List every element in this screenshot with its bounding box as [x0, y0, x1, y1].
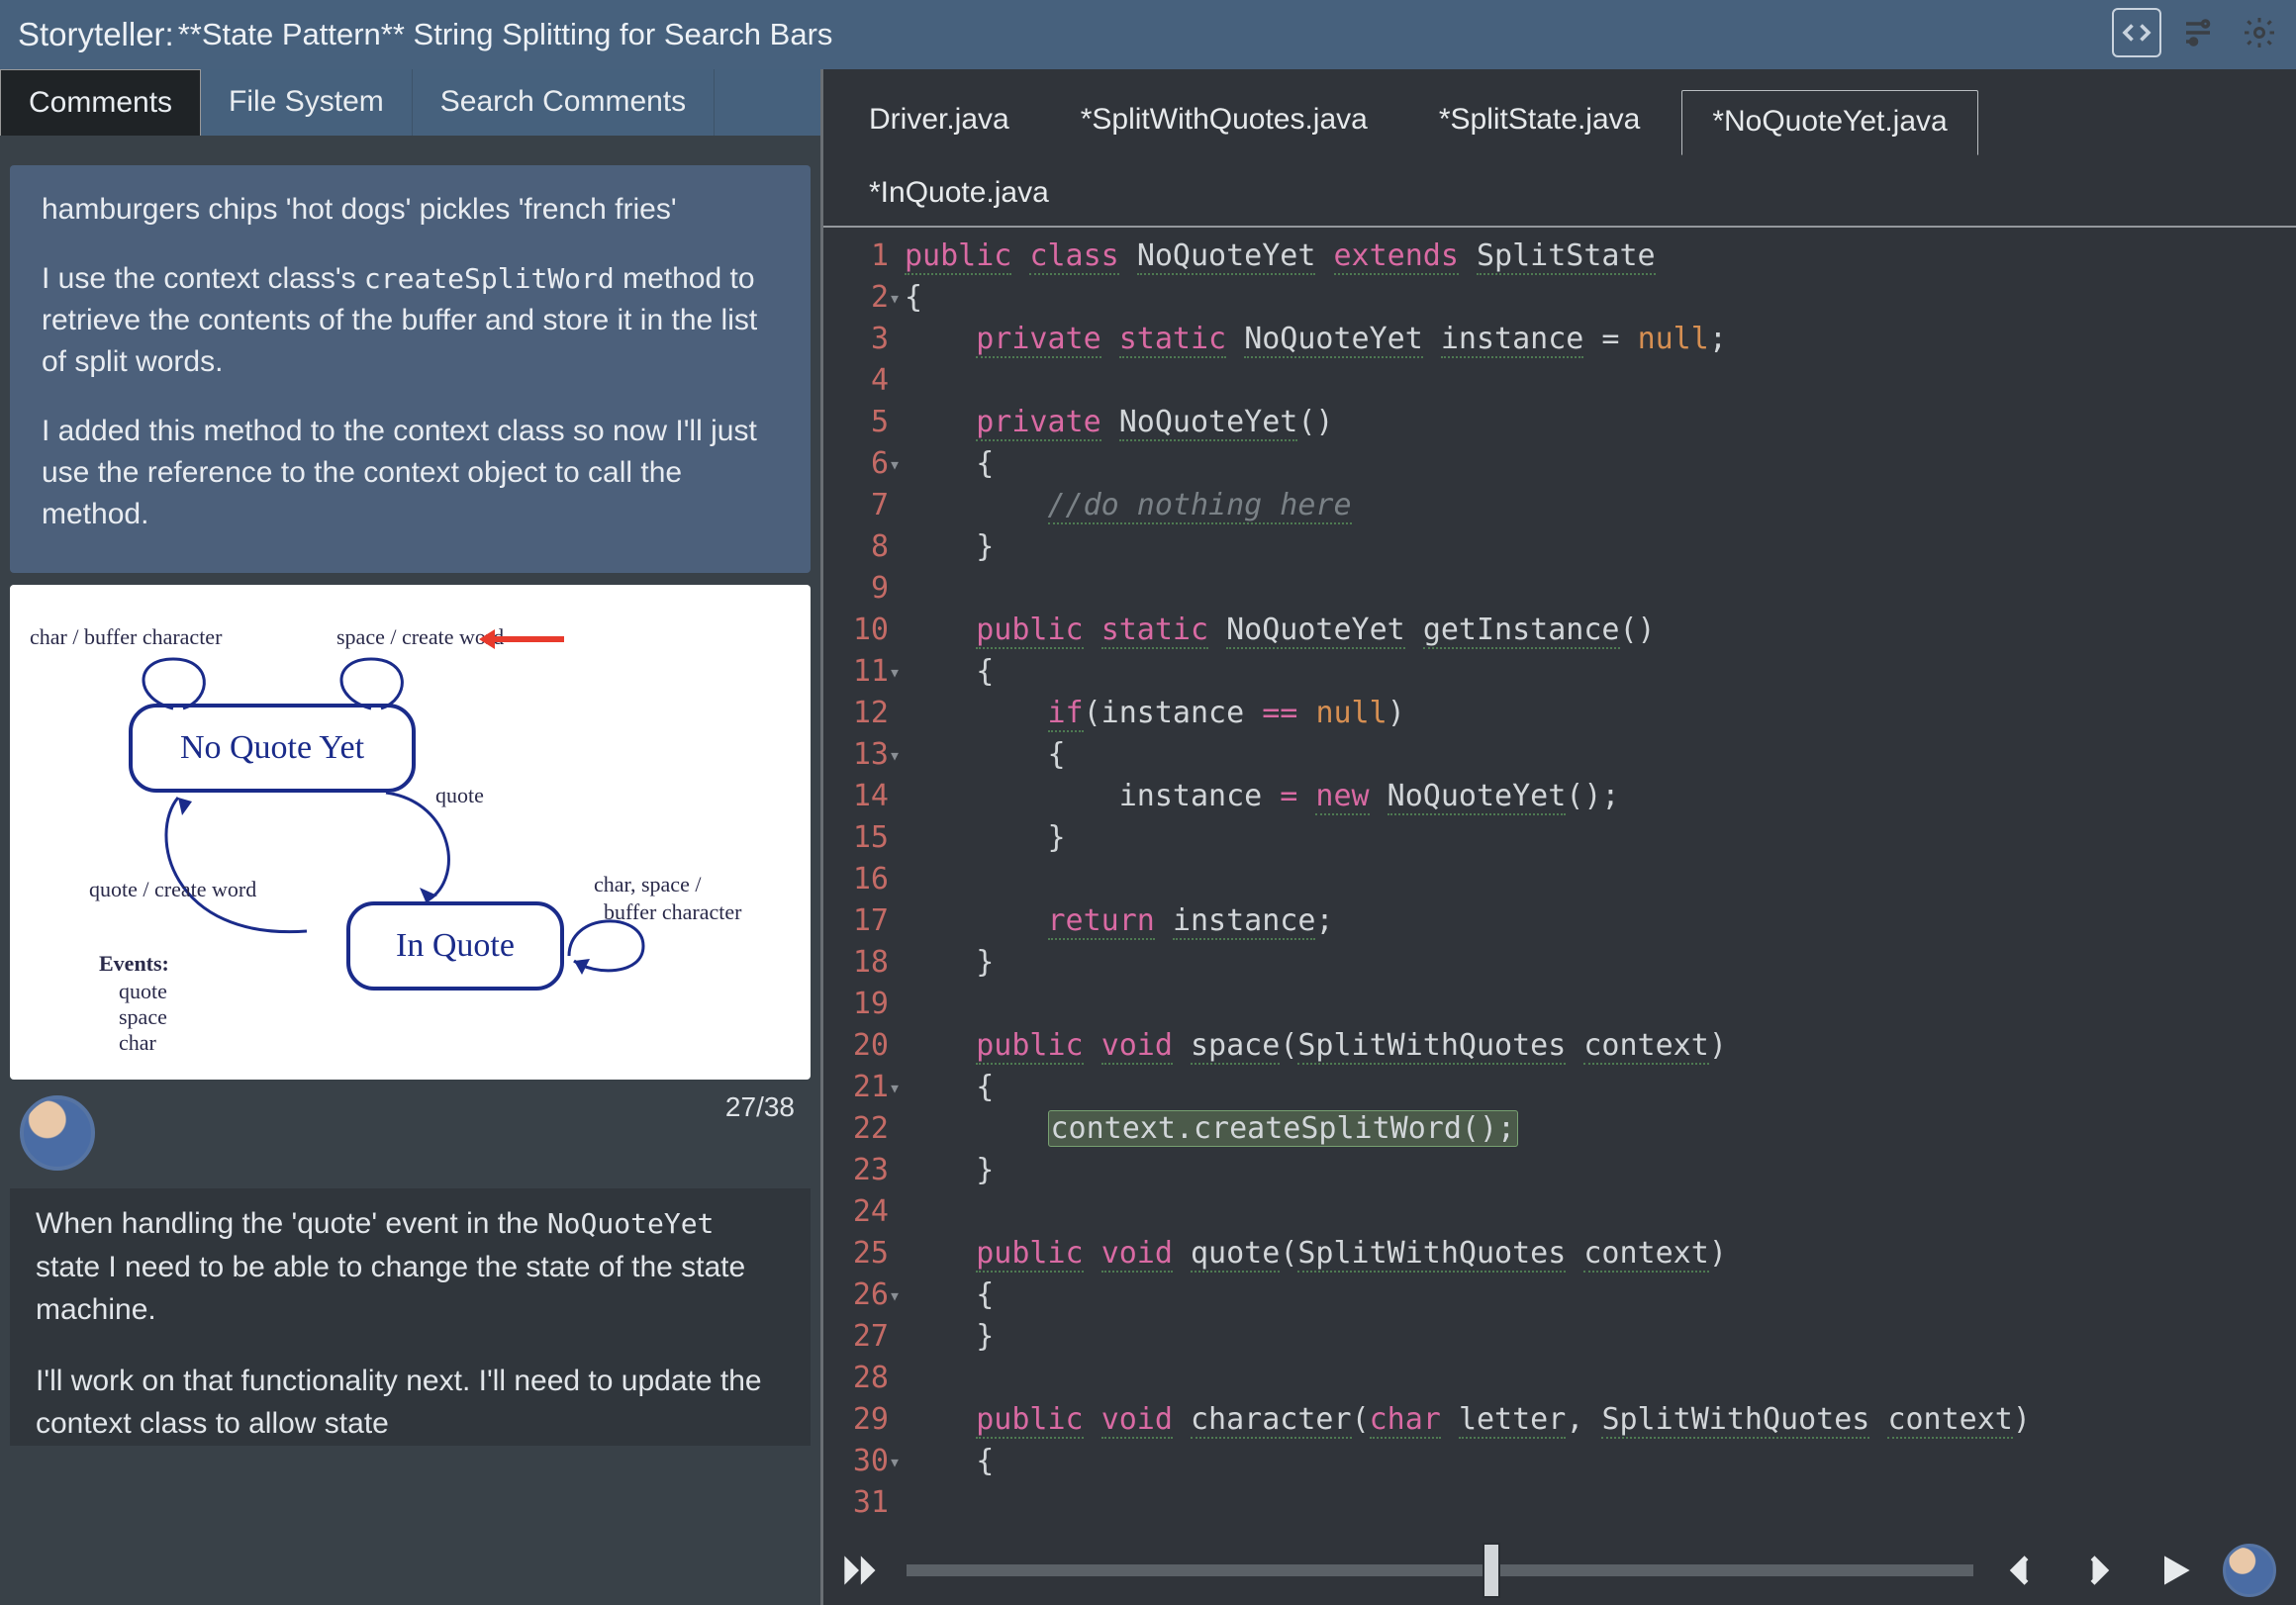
state-box: In Quote	[346, 901, 564, 991]
file-tab[interactable]: *SplitState.java	[1409, 89, 1670, 154]
diag-label: space	[119, 1004, 167, 1030]
comment-para: When handling the 'quote' event in the N…	[36, 1202, 785, 1332]
gear-icon[interactable]	[2235, 8, 2284, 57]
code-view-icon[interactable]	[2112, 8, 2161, 57]
code-line[interactable]: if(instance == null)	[905, 693, 2292, 734]
sliders-icon[interactable]	[2173, 8, 2223, 57]
diag-label: buffer character	[604, 899, 741, 925]
app-title: **State Pattern** String Splitting for S…	[178, 17, 833, 52]
code-line[interactable]: }	[905, 942, 2292, 984]
diag-label: quote / create word	[89, 877, 256, 902]
diag-label: quote	[119, 979, 167, 1004]
avatar[interactable]	[20, 1095, 95, 1171]
diag-label: char / buffer character	[30, 624, 222, 650]
code-line[interactable]: return instance;	[905, 900, 2292, 942]
code-line[interactable]	[905, 1482, 2292, 1524]
code-line[interactable]: public static NoQuoteYet getInstance()	[905, 610, 2292, 651]
comment-card: When handling the 'quote' event in the N…	[10, 1188, 811, 1446]
transition-arrow-icon	[139, 793, 336, 941]
file-tab[interactable]: *InQuote.java	[839, 162, 1079, 226]
code-line[interactable]: {	[905, 651, 2292, 693]
comments-scroll[interactable]: hamburgers chips 'hot dogs' pickles 'fre…	[0, 136, 820, 1605]
header-toolbar	[2112, 8, 2284, 57]
editor-panel: Driver.java *SplitWithQuotes.java *Split…	[823, 69, 2296, 1605]
red-arrow-icon	[485, 636, 564, 642]
code-line[interactable]: public void quote(SplitWithQuotes contex…	[905, 1233, 2292, 1275]
code-line[interactable]	[905, 984, 2292, 1025]
left-tabstrip: Comments File System Search Comments	[0, 69, 820, 136]
file-tab[interactable]: *NoQuoteYet.java	[1681, 90, 1977, 155]
code-area[interactable]: public class NoQuoteYet extends SplitSta…	[901, 228, 2296, 1605]
diag-label: char, space /	[594, 872, 701, 897]
playback-bar	[823, 1536, 2296, 1605]
tab-file-system[interactable]: File System	[201, 69, 413, 136]
comment-footer: 27/38	[10, 1091, 811, 1188]
code-line[interactable]: {	[905, 277, 2292, 319]
code-line[interactable]: instance = new NoQuoteYet();	[905, 776, 2292, 817]
step-back-icon[interactable]	[1991, 1541, 2051, 1600]
comment-para: I use the context class's createSplitWor…	[42, 258, 779, 383]
state-diagram-image[interactable]: char / buffer character space / create w…	[10, 585, 811, 1080]
code-line[interactable]: context.createSplitWord();	[905, 1108, 2292, 1150]
code-inline: createSplitWord	[364, 262, 615, 295]
skip-forward-icon[interactable]	[829, 1541, 889, 1600]
diag-label: Events:	[99, 951, 169, 977]
step-forward-icon[interactable]	[2068, 1541, 2128, 1600]
comment-para: hamburgers chips 'hot dogs' pickles 'fre…	[42, 189, 779, 231]
diag-label: char	[119, 1030, 156, 1056]
code-line[interactable]: }	[905, 817, 2292, 859]
avatar[interactable]	[2223, 1544, 2276, 1597]
code-line[interactable]: {	[905, 1067, 2292, 1108]
play-icon[interactable]	[2146, 1541, 2205, 1600]
code-line[interactable]: public class NoQuoteYet extends SplitSta…	[905, 236, 2292, 277]
line-gutter: 12▾3456▾7891011▾1213▾1415161718192021▾22…	[823, 228, 901, 1605]
code-line[interactable]: {	[905, 443, 2292, 485]
code-editor[interactable]: 12▾3456▾7891011▾1213▾1415161718192021▾22…	[823, 228, 2296, 1605]
file-tabstrip: Driver.java *SplitWithQuotes.java *Split…	[823, 69, 2296, 228]
code-line[interactable]: //do nothing here	[905, 485, 2292, 526]
code-line[interactable]: private NoQuoteYet()	[905, 402, 2292, 443]
tab-comments[interactable]: Comments	[0, 69, 201, 136]
comment-para: I'll work on that functionality next. I'…	[36, 1360, 785, 1446]
app-header: Storyteller: **State Pattern** String Sp…	[0, 0, 2296, 69]
code-line[interactable]: private static NoQuoteYet instance = nul…	[905, 319, 2292, 360]
file-tab[interactable]: Driver.java	[839, 89, 1039, 154]
code-line[interactable]: {	[905, 1441, 2292, 1482]
left-panel: Comments File System Search Comments ham…	[0, 69, 823, 1605]
code-line[interactable]: }	[905, 526, 2292, 568]
code-line[interactable]	[905, 1191, 2292, 1233]
code-line[interactable]	[905, 568, 2292, 610]
code-line[interactable]: }	[905, 1316, 2292, 1358]
code-line[interactable]: public void character(char letter, Split…	[905, 1399, 2292, 1441]
code-line[interactable]: {	[905, 734, 2292, 776]
code-line[interactable]: {	[905, 1275, 2292, 1316]
code-line[interactable]	[905, 1358, 2292, 1399]
code-line[interactable]: }	[905, 1150, 2292, 1191]
tab-search-comments[interactable]: Search Comments	[413, 69, 715, 136]
playback-track[interactable]	[907, 1564, 1973, 1576]
code-inline: NoQuoteYet	[547, 1207, 715, 1240]
comment-card: hamburgers chips 'hot dogs' pickles 'fre…	[10, 165, 811, 573]
app-title-prefix: Storyteller:	[18, 16, 174, 53]
code-line[interactable]: public void space(SplitWithQuotes contex…	[905, 1025, 2292, 1067]
code-line[interactable]	[905, 360, 2292, 402]
state-box: No Quote Yet	[129, 704, 416, 793]
playback-thumb[interactable]	[1483, 1543, 1500, 1598]
comment-counter: 27/38	[725, 1091, 795, 1123]
code-line[interactable]	[905, 859, 2292, 900]
file-tab[interactable]: *SplitWithQuotes.java	[1051, 89, 1397, 154]
comment-para: I added this method to the context class…	[42, 411, 779, 535]
